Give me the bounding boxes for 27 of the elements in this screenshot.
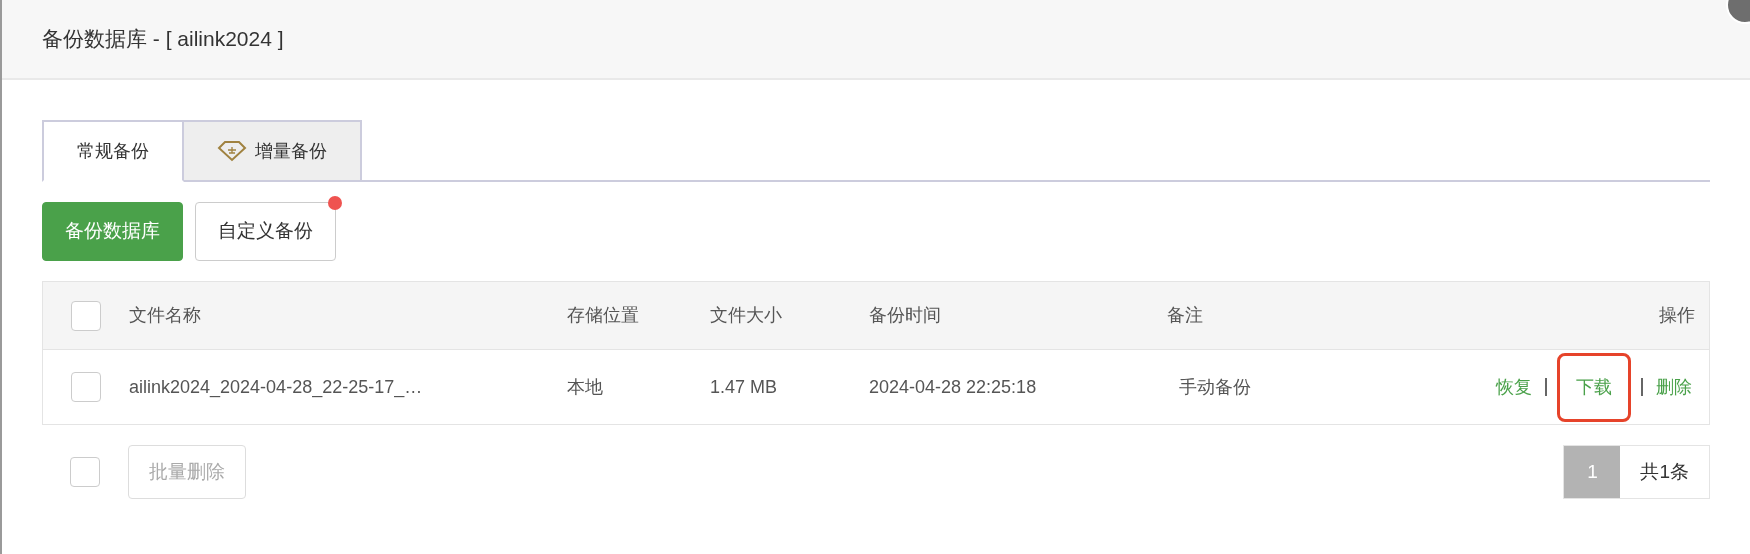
table-cell: ailink2024_2024-04-28_22-25-17_… xyxy=(129,376,423,397)
column-header: 文件名称 xyxy=(129,305,201,325)
tab[interactable]: 增量备份 xyxy=(184,120,362,182)
toolbar-button[interactable]: 自定义备份 xyxy=(195,202,336,261)
table-cell: 手动备份 xyxy=(1179,376,1251,397)
toolbar-button[interactable]: 备份数据库 xyxy=(42,202,183,261)
divider-icon xyxy=(1641,378,1643,396)
action-link[interactable]: 恢复 xyxy=(1493,352,1535,422)
column-header: 存储位置 xyxy=(567,305,639,325)
bulk-delete-button[interactable]: 批量删除 xyxy=(128,445,246,499)
divider-icon xyxy=(1545,378,1547,396)
table-cell: 1.47 MB xyxy=(710,376,778,397)
column-header: 文件大小 xyxy=(710,305,782,325)
checkbox[interactable] xyxy=(70,457,100,487)
tab[interactable]: 常规备份 xyxy=(42,120,184,182)
column-header: 操作 xyxy=(1659,305,1695,325)
action-link[interactable]: 下载 xyxy=(1557,352,1631,422)
action-link[interactable]: 删除 xyxy=(1653,352,1695,422)
column-header: 备注 xyxy=(1167,305,1203,325)
checkbox[interactable] xyxy=(71,300,101,331)
table-cell: 本地 xyxy=(567,376,603,397)
table-cell: 2024-04-28 22:25:18 xyxy=(869,376,1037,397)
checkbox[interactable] xyxy=(71,372,101,402)
page-button[interactable]: 1 xyxy=(1564,446,1621,498)
column-header: 备份时间 xyxy=(869,305,941,325)
total-count: 共1条 xyxy=(1639,459,1690,484)
window-title: 备份数据库 - [ ailink2024 ] xyxy=(42,26,284,53)
